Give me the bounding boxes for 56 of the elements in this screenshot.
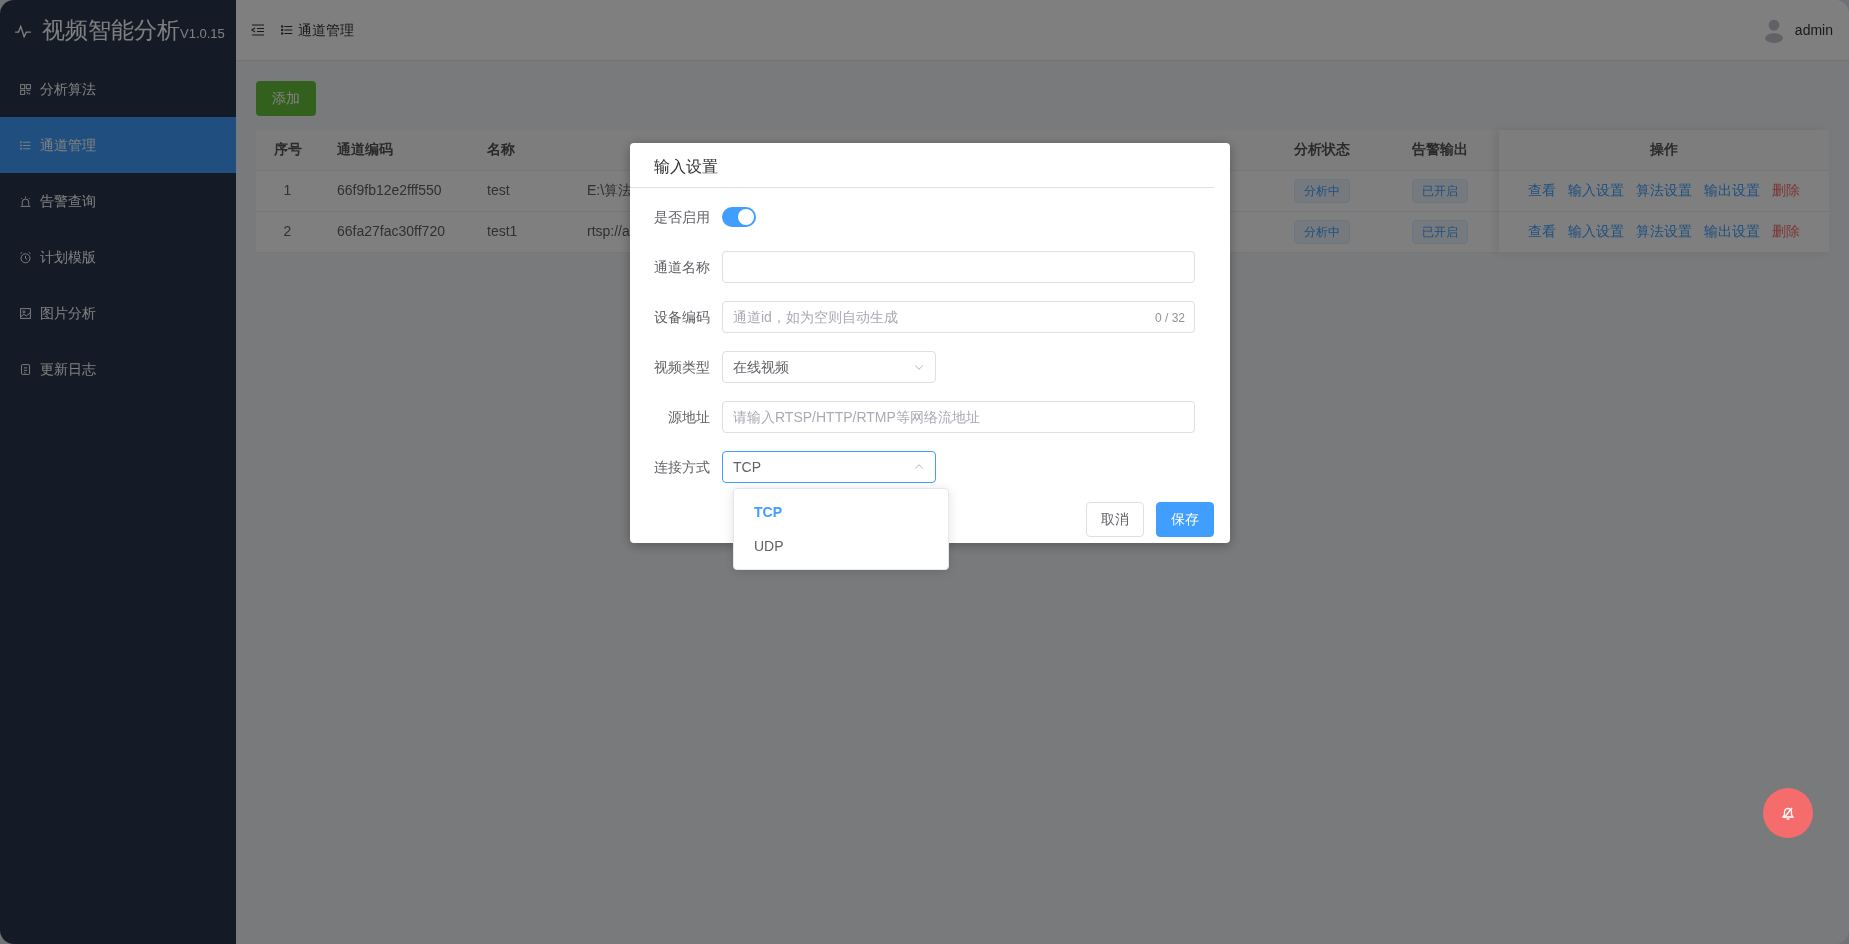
input-field[interactable]: 请输入RTSP/HTTP/RTMP等网络流地址 [722, 401, 1195, 433]
sidebar-item[interactable]: 告警查询 [0, 173, 236, 229]
input-field[interactable] [722, 251, 1195, 283]
dropdown-option[interactable]: TCP [734, 495, 948, 529]
breadcrumb-label: 通道管理 [298, 20, 354, 40]
action-link[interactable]: 输入设置 [1568, 182, 1624, 198]
cancel-button[interactable]: 取消 [1086, 502, 1144, 537]
action-link[interactable]: 输出设置 [1704, 182, 1760, 198]
image-icon [19, 306, 32, 320]
grid-icon [19, 82, 32, 96]
toggle-switch[interactable] [722, 207, 756, 227]
add-button[interactable]: 添加 [256, 81, 316, 116]
field-label: 连接方式 [653, 457, 711, 477]
bell-slash-icon [1780, 805, 1796, 821]
table-cell: 66f9fb12e2fff550 [319, 170, 469, 211]
status-tag: 已开启 [1412, 178, 1468, 203]
document-icon [19, 362, 32, 376]
field-label: 视频类型 [653, 357, 711, 377]
list-icon [19, 138, 32, 152]
dropdown-option[interactable]: UDP [734, 529, 948, 563]
column-header: 操作 [1499, 130, 1829, 170]
status-tag: 已开启 [1412, 219, 1468, 244]
list-icon [280, 23, 294, 37]
sidebar-item[interactable]: 图片分析 [0, 285, 236, 341]
table-cell: test [469, 170, 569, 211]
table-cell: 66fa27fac30ff720 [319, 211, 469, 252]
table-cell: 1 [256, 170, 319, 211]
delete-link[interactable]: 删除 [1772, 223, 1800, 239]
action-link[interactable]: 算法设置 [1636, 182, 1692, 198]
char-counter: 0 / 32 [1154, 310, 1185, 327]
field-label: 源地址 [667, 407, 711, 427]
sidebar-item[interactable]: 计划模版 [0, 229, 236, 285]
user-name[interactable]: admin [1794, 19, 1833, 41]
field-label: 通道名称 [653, 257, 711, 277]
delete-link[interactable]: 删除 [1772, 182, 1800, 198]
status-tag: 分析中 [1294, 219, 1350, 244]
sidebar-item[interactable]: 通道管理 [0, 117, 236, 173]
table-cell: test1 [469, 211, 569, 252]
field-label: 设备编码 [653, 307, 711, 327]
sidebar-item[interactable]: 更新日志 [0, 341, 236, 397]
app-title: 视频智能分析 [42, 16, 180, 46]
select-field[interactable]: TCP [722, 451, 936, 483]
action-link[interactable]: 查看 [1528, 223, 1556, 239]
collapse-menu-icon[interactable] [250, 22, 266, 38]
alarm-light-icon [19, 194, 32, 208]
clock-icon [19, 250, 32, 264]
table-cell: 2 [256, 211, 319, 252]
version-label: V1.0.15 [180, 26, 225, 44]
sidebar-item[interactable]: 分析算法 [0, 61, 236, 117]
action-link[interactable]: 查看 [1528, 182, 1556, 198]
select-field[interactable]: 在线视频 [722, 351, 936, 383]
action-link[interactable]: 输出设置 [1704, 223, 1760, 239]
status-tag: 分析中 [1294, 178, 1350, 203]
action-link[interactable]: 输入设置 [1568, 223, 1624, 239]
save-button[interactable]: 保存 [1156, 502, 1214, 537]
action-link[interactable]: 算法设置 [1636, 223, 1692, 239]
